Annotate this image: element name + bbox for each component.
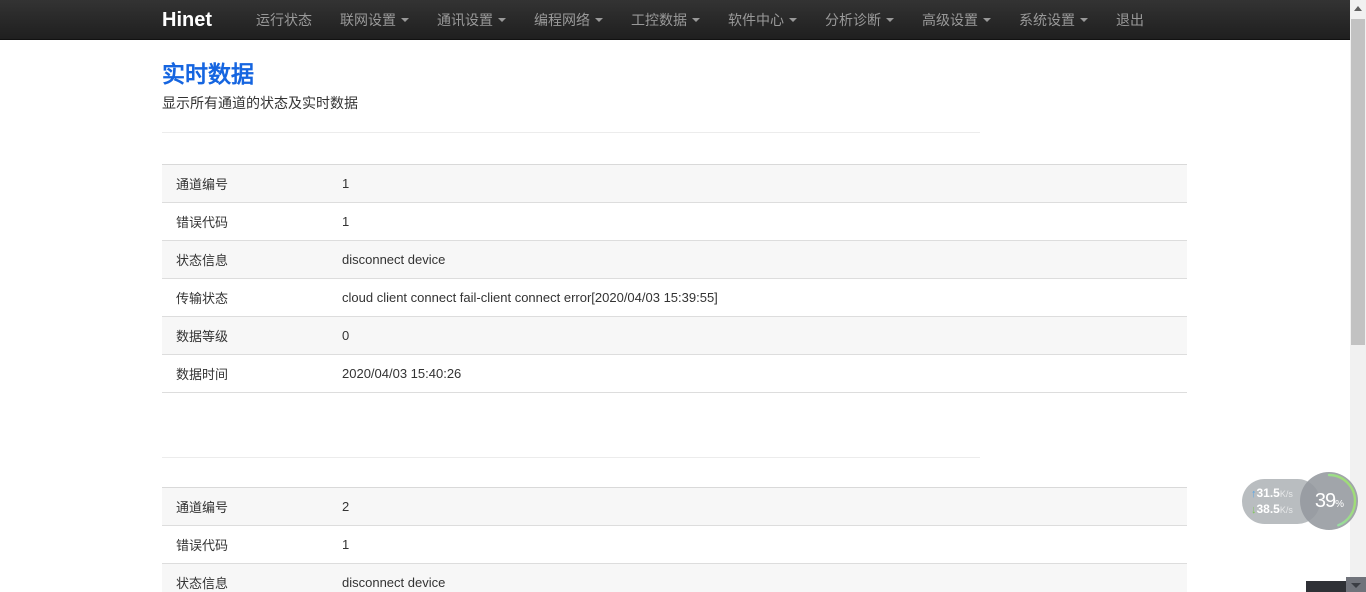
row-label: 数据时间 — [162, 364, 342, 383]
download-speed-unit: K/s — [1280, 505, 1293, 515]
page-title: 实时数据 — [162, 60, 1187, 88]
section-divider — [162, 132, 980, 133]
table-row: 错误代码 1 — [162, 203, 1187, 241]
chevron-down-icon — [983, 18, 991, 22]
table-row: 状态信息 disconnect device — [162, 241, 1187, 279]
row-label: 数据等级 — [162, 326, 342, 345]
percent-sign: % — [1335, 499, 1343, 510]
nav-item-software-center[interactable]: 软件中心 — [714, 0, 811, 40]
nav-item-programming-network[interactable]: 编程网络 — [520, 0, 617, 40]
nav-item-label: 分析诊断 — [825, 0, 881, 40]
progress-percent-text: 39% — [1300, 472, 1358, 530]
chevron-down-icon — [401, 18, 409, 22]
nav-item-label: 编程网络 — [534, 0, 590, 40]
chevron-down-icon — [692, 18, 700, 22]
top-navbar: Hinet 运行状态 联网设置 通讯设置 编程网络 工控数据 软件中心 分析诊断… — [0, 0, 1350, 40]
table-row: 传输状态 cloud client connect fail-client co… — [162, 279, 1187, 317]
nav-item-label: 软件中心 — [728, 0, 784, 40]
row-value: 0 — [342, 328, 1187, 343]
row-value: 2020/04/03 15:40:26 — [342, 366, 1187, 381]
download-speed-value: 38.5 — [1257, 502, 1280, 516]
main-content: 实时数据 显示所有通道的状态及实时数据 通道编号 1 错误代码 1 状态信息 d… — [162, 60, 1187, 592]
progress-percent-bubble[interactable]: 39% — [1300, 472, 1358, 530]
row-value: 1 — [342, 176, 1187, 191]
upload-speed-value: 31.5 — [1257, 486, 1280, 500]
nav-item-label: 通讯设置 — [437, 0, 493, 40]
table-row: 错误代码 1 — [162, 526, 1187, 564]
row-label: 状态信息 — [162, 250, 342, 269]
row-label: 状态信息 — [162, 573, 342, 592]
nav-item-label: 退出 — [1116, 0, 1144, 40]
chevron-down-icon — [886, 18, 894, 22]
nav-item-logout[interactable]: 退出 — [1102, 0, 1158, 40]
section-divider — [162, 457, 980, 458]
row-value: 1 — [342, 537, 1187, 552]
table-row: 数据时间 2020/04/03 15:40:26 — [162, 355, 1187, 393]
channel-2-status-table: 通道编号 2 错误代码 1 状态信息 disconnect device — [162, 487, 1187, 592]
nav-item-network-settings[interactable]: 联网设置 — [326, 0, 423, 40]
nav-item-label: 高级设置 — [922, 0, 978, 40]
scrollbar-thumb[interactable] — [1351, 19, 1365, 345]
chevron-down-icon — [498, 18, 506, 22]
nav-item-run-status[interactable]: 运行状态 — [242, 0, 326, 40]
nav-item-label: 联网设置 — [340, 0, 396, 40]
row-value: 2 — [342, 499, 1187, 514]
nav-item-system-settings[interactable]: 系统设置 — [1005, 0, 1102, 40]
nav-item-label: 系统设置 — [1019, 0, 1075, 40]
scrollbar-down-arrow-icon[interactable] — [1346, 577, 1366, 592]
nav-item-analysis-diagnosis[interactable]: 分析诊断 — [811, 0, 908, 40]
scrollbar-up-arrow-icon[interactable] — [1350, 0, 1366, 17]
row-label: 通道编号 — [162, 497, 342, 516]
nav-item-comm-settings[interactable]: 通讯设置 — [423, 0, 520, 40]
brand-logo[interactable]: Hinet — [162, 0, 212, 40]
nav-item-industrial-data[interactable]: 工控数据 — [617, 0, 714, 40]
row-label: 传输状态 — [162, 288, 342, 307]
nav-item-advanced-settings[interactable]: 高级设置 — [908, 0, 1005, 40]
table-row: 通道编号 2 — [162, 488, 1187, 526]
nav-item-label: 工控数据 — [631, 0, 687, 40]
chevron-down-icon — [789, 18, 797, 22]
upload-speed-unit: K/s — [1280, 489, 1293, 499]
row-value: disconnect device — [342, 575, 1187, 590]
nav-item-label: 运行状态 — [256, 0, 312, 40]
chevron-down-icon — [1080, 18, 1088, 22]
row-label: 通道编号 — [162, 174, 342, 193]
chevron-down-icon — [595, 18, 603, 22]
channel-1-status-table: 通道编号 1 错误代码 1 状态信息 disconnect device 传输状… — [162, 164, 1187, 393]
percent-value: 39 — [1315, 490, 1335, 513]
row-label: 错误代码 — [162, 535, 342, 554]
table-row: 状态信息 disconnect device — [162, 564, 1187, 592]
row-value: 1 — [342, 214, 1187, 229]
row-value: cloud client connect fail-client connect… — [342, 290, 1187, 305]
table-row: 通道编号 1 — [162, 165, 1187, 203]
row-value: disconnect device — [342, 252, 1187, 267]
page-subtitle: 显示所有通道的状态及实时数据 — [162, 94, 1187, 112]
row-label: 错误代码 — [162, 212, 342, 231]
table-row: 数据等级 0 — [162, 317, 1187, 355]
